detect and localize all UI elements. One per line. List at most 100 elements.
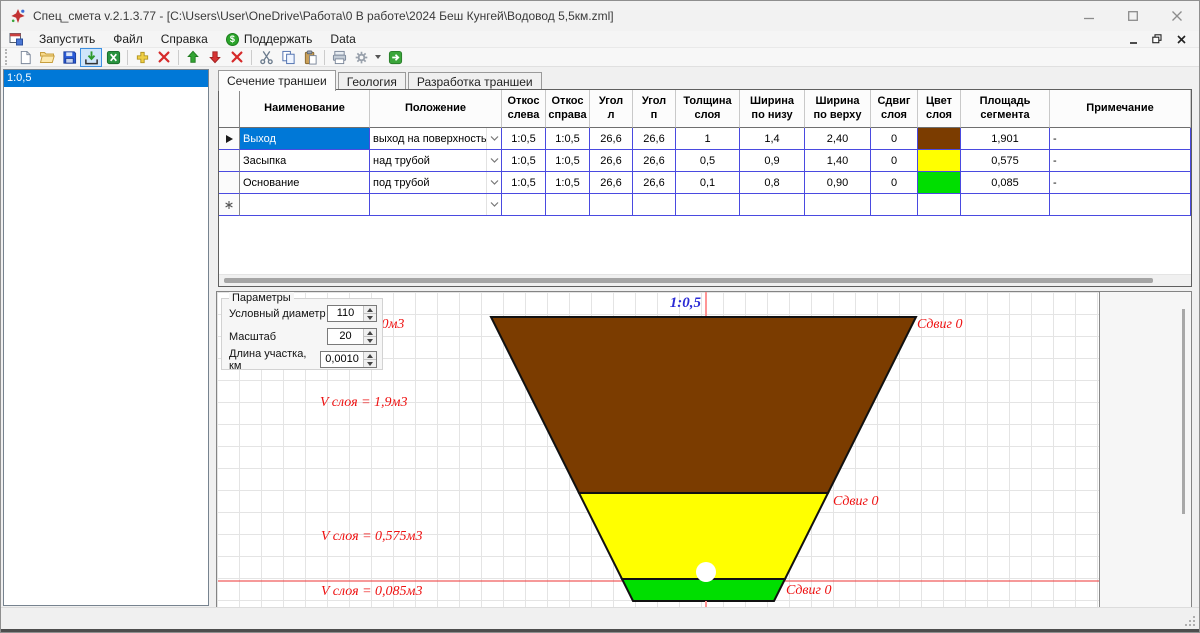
cell-name[interactable]: Засыпка xyxy=(240,150,370,172)
cell-area[interactable] xyxy=(961,194,1050,216)
col-header-position[interactable]: Положение xyxy=(370,90,502,128)
toolbar-grip[interactable] xyxy=(5,49,10,65)
cell-area[interactable]: 0,575 xyxy=(961,150,1050,172)
mdi-restore-button[interactable] xyxy=(1149,32,1165,46)
import-section-button[interactable] xyxy=(80,48,102,67)
new-row-indicator[interactable] xyxy=(219,194,240,216)
cell-slope-left[interactable]: 1:0,5 xyxy=(502,150,546,172)
cell-width-bottom[interactable]: 1,4 xyxy=(740,128,805,150)
sidebar-item-section[interactable]: 1:0,5 xyxy=(4,70,208,87)
new-file-button[interactable] xyxy=(14,48,36,67)
cell-thickness[interactable] xyxy=(676,194,740,216)
section-length-spinner[interactable]: 0,0010 xyxy=(320,351,377,368)
cell-layer-color-swatch[interactable] xyxy=(918,172,961,194)
menu-item-donate[interactable]: $ Поддержать xyxy=(217,31,322,47)
cell-name[interactable]: Основание xyxy=(240,172,370,194)
diameter-spinner[interactable]: 110 xyxy=(327,305,377,322)
cell-angle-l[interactable]: 26,6 xyxy=(590,128,633,150)
delete-row-button[interactable] xyxy=(153,48,175,67)
spin-up-icon[interactable] xyxy=(364,306,376,313)
cell-thickness[interactable]: 1 xyxy=(676,128,740,150)
minimize-button[interactable] xyxy=(1067,1,1111,31)
cell-slope-right[interactable]: 1:0,5 xyxy=(546,150,590,172)
mdi-close-button[interactable] xyxy=(1173,32,1189,46)
menu-item-help[interactable]: Справка xyxy=(152,31,217,47)
current-row-indicator[interactable] xyxy=(219,128,240,150)
close-button[interactable] xyxy=(1155,1,1199,31)
cell-slope-left[interactable]: 1:0,5 xyxy=(502,172,546,194)
cell-shift[interactable]: 0 xyxy=(871,150,918,172)
mdi-minimize-button[interactable] xyxy=(1125,32,1141,46)
col-header-angle-l[interactable]: Угол л xyxy=(590,90,633,128)
cell-slope-left[interactable]: 1:0,5 xyxy=(502,128,546,150)
scale-spinner[interactable]: 20 xyxy=(327,328,377,345)
open-file-button[interactable] xyxy=(36,48,58,67)
col-header-slope-left[interactable]: Откос слева xyxy=(502,90,546,128)
move-down-button[interactable] xyxy=(204,48,226,67)
col-header-shift[interactable]: Сдвиг слоя xyxy=(871,90,918,128)
spin-down-icon[interactable] xyxy=(364,313,376,321)
cell-layer-color-swatch[interactable] xyxy=(918,128,961,150)
cell-width-bottom[interactable]: 0,8 xyxy=(740,172,805,194)
tab-trench-section[interactable]: Сечение траншеи xyxy=(218,70,336,91)
row-header-corner[interactable] xyxy=(219,90,240,128)
cell-layer-color-swatch[interactable] xyxy=(918,194,961,216)
spin-up-icon[interactable] xyxy=(364,329,376,336)
cell-name[interactable]: Выход xyxy=(240,128,370,150)
cell-thickness[interactable]: 0,5 xyxy=(676,150,740,172)
scrollbar-thumb[interactable] xyxy=(224,278,1153,283)
delete-button[interactable] xyxy=(226,48,248,67)
spin-up-icon[interactable] xyxy=(364,352,376,359)
drawing-vertical-scrollbar[interactable] xyxy=(1182,309,1185,514)
cell-position-combobox[interactable]: над трубой xyxy=(370,150,502,172)
cell-layer-color-swatch[interactable] xyxy=(918,150,961,172)
run-button[interactable] xyxy=(384,48,406,67)
combobox-dropdown-button[interactable] xyxy=(486,194,501,215)
cell-area[interactable]: 0,085 xyxy=(961,172,1050,194)
excel-export-button[interactable] xyxy=(102,48,124,67)
maximize-button[interactable] xyxy=(1111,1,1155,31)
cell-slope-left[interactable] xyxy=(502,194,546,216)
cell-name[interactable] xyxy=(240,194,370,216)
cell-thickness[interactable]: 0,1 xyxy=(676,172,740,194)
cell-width-top[interactable] xyxy=(805,194,871,216)
col-header-thickness[interactable]: Толщина слоя xyxy=(676,90,740,128)
cell-width-top[interactable]: 0,90 xyxy=(805,172,871,194)
spin-down-icon[interactable] xyxy=(364,336,376,344)
save-file-button[interactable] xyxy=(58,48,80,67)
menu-item-data[interactable]: Data xyxy=(321,31,364,47)
paste-button[interactable] xyxy=(299,48,321,67)
copy-button[interactable] xyxy=(277,48,299,67)
cell-position-combobox[interactable]: под трубой xyxy=(370,172,502,194)
cut-button[interactable] xyxy=(255,48,277,67)
col-header-width-bottom[interactable]: Ширина по низу xyxy=(740,90,805,128)
col-header-width-top[interactable]: Ширина по верху xyxy=(805,90,871,128)
cell-width-bottom[interactable]: 0,9 xyxy=(740,150,805,172)
spin-down-icon[interactable] xyxy=(364,359,376,367)
cell-note[interactable]: - xyxy=(1050,128,1191,150)
cell-position-combobox[interactable] xyxy=(370,194,502,216)
tab-geology[interactable]: Геология xyxy=(338,72,406,90)
cell-shift[interactable] xyxy=(871,194,918,216)
cell-note[interactable] xyxy=(1050,194,1191,216)
row-header-cell[interactable] xyxy=(219,150,240,172)
cell-note[interactable]: - xyxy=(1050,172,1191,194)
cell-angle-r[interactable]: 26,6 xyxy=(633,172,676,194)
col-header-area[interactable]: Площадь сегмента xyxy=(961,90,1050,128)
cell-width-bottom[interactable] xyxy=(740,194,805,216)
move-up-button[interactable] xyxy=(182,48,204,67)
settings-button[interactable] xyxy=(350,48,372,67)
cell-shift[interactable]: 0 xyxy=(871,172,918,194)
cell-width-top[interactable]: 2,40 xyxy=(805,128,871,150)
table-horizontal-scrollbar[interactable] xyxy=(219,274,1191,286)
cell-angle-r[interactable] xyxy=(633,194,676,216)
combobox-dropdown-button[interactable] xyxy=(486,172,501,193)
col-header-note[interactable]: Примечание xyxy=(1050,90,1191,128)
col-header-color[interactable]: Цвет слоя xyxy=(918,90,961,128)
cell-angle-l[interactable] xyxy=(590,194,633,216)
resize-grip-icon[interactable] xyxy=(1184,615,1196,627)
cell-position-combobox[interactable]: выход на поверхность xyxy=(370,128,502,150)
cell-angle-l[interactable]: 26,6 xyxy=(590,150,633,172)
col-header-name[interactable]: Наименование xyxy=(240,90,370,128)
cell-slope-right[interactable]: 1:0,5 xyxy=(546,172,590,194)
